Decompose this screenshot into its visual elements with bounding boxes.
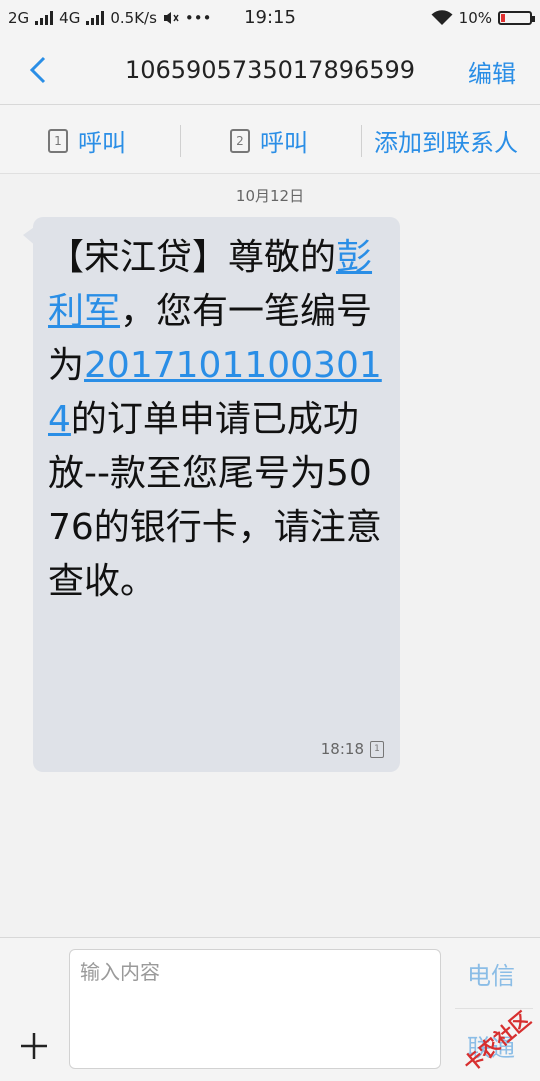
message-meta: 18:18 1 — [321, 740, 384, 758]
divider — [361, 125, 362, 157]
message-text-part3: 的订单申请已成功放--款至您尾号为5076的银行卡，请注意查收。 — [48, 399, 382, 602]
status-right: 10% — [431, 9, 535, 27]
battery-icon — [498, 11, 535, 25]
send-telecom-button[interactable]: 电信 — [467, 956, 515, 991]
message-bubble[interactable]: 【宋江贷】尊敬的彭利军，您有一笔编号为20171011003014的订单申请已成… — [23, 217, 400, 772]
status-bar: 2G 4G 0.5K/s ••• 19:15 10% — [0, 0, 540, 36]
sim1-icon: 1 — [48, 128, 68, 153]
add-to-contacts-button[interactable]: 添加到联系人 — [374, 123, 518, 158]
message-text-part1: 【宋江贷】尊敬的 — [48, 237, 337, 278]
date-separator: 10月12日 — [235, 187, 305, 205]
edit-button[interactable]: 编辑 — [468, 54, 516, 89]
sim2-icon: 2 — [230, 128, 250, 153]
conversation-header: 1065905735017896599 编辑 — [0, 36, 540, 105]
composer-bar: 输入内容 电信 联通 卡农社区 — [0, 937, 540, 1081]
message-time: 18:18 — [320, 740, 364, 758]
wifi-icon — [431, 10, 453, 25]
divider — [180, 125, 181, 157]
call-sim1-button[interactable]: 1 呼叫 — [48, 123, 126, 158]
battery-percent: 10% — [458, 9, 492, 27]
add-to-contacts-label: 添加到联系人 — [374, 129, 518, 157]
message-input-placeholder: 输入内容 — [80, 960, 160, 984]
plus-icon[interactable] — [18, 1030, 50, 1062]
message-text: 【宋江贷】尊敬的彭利军，您有一笔编号为20171011003014的订单申请已成… — [48, 231, 393, 609]
sender-number: 1065905735017896599 — [124, 56, 416, 84]
call-sim2-label: 呼叫 — [260, 129, 308, 157]
call-sim1-label: 呼叫 — [78, 129, 126, 157]
action-bar: 1 呼叫 2 呼叫 添加到联系人 — [0, 105, 540, 174]
message-input[interactable]: 输入内容 — [69, 949, 441, 1069]
sim-icon: 1 — [370, 740, 384, 758]
call-sim2-button[interactable]: 2 呼叫 — [230, 123, 308, 158]
